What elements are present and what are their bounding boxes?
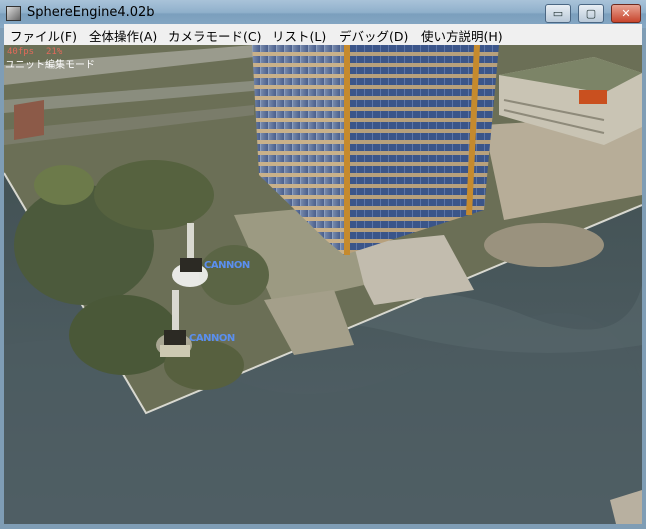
3d-viewport[interactable]: 40fps 21% ユニット編集モード CANNON CANNON [4,45,642,524]
menu-help[interactable]: 使い方説明(H) [421,26,503,45]
close-button[interactable]: ✕ [611,4,641,23]
unit-label-1[interactable]: CANNON [204,260,250,271]
app-window: SphereEngine4.02b ▭ ▢ ✕ ファイル(F) 全体操作(A) … [0,0,646,529]
mode-label: ユニット編集モード [5,60,95,71]
menu-list[interactable]: リスト(L) [272,26,326,45]
menu-debug[interactable]: デバッグ(D) [339,26,408,45]
window-title: SphereEngine4.02b [27,5,155,20]
unit-label-2[interactable]: CANNON [189,333,235,344]
minimize-button[interactable]: ▭ [545,4,571,23]
menu-global-ops[interactable]: 全体操作(A) [89,26,157,45]
maximize-button[interactable]: ▢ [578,4,604,23]
menu-file[interactable]: ファイル(F) [10,26,77,45]
app-icon[interactable] [6,6,21,21]
menu-camera-mode[interactable]: カメラモード(C) [168,26,261,45]
scene-render [4,45,642,524]
menu-bar: ファイル(F) 全体操作(A) カメラモード(C) リスト(L) デバッグ(D)… [4,24,642,45]
